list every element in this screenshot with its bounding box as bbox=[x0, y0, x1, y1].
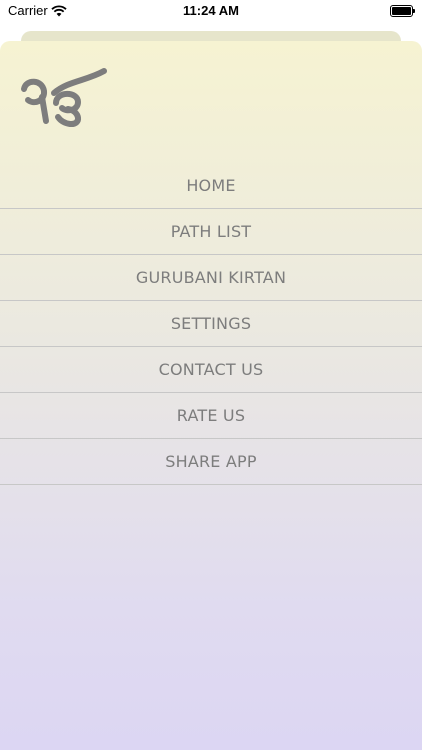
menu-item-gurubani-kirtan[interactable]: GURUBANI KIRTAN bbox=[0, 255, 422, 301]
status-bar: Carrier 11:24 AM bbox=[0, 0, 422, 24]
menu-item-contact-us[interactable]: CONTACT US bbox=[0, 347, 422, 393]
side-menu-sheet: HOME PATH LIST GURUBANI KIRTAN SETTINGS … bbox=[0, 41, 422, 750]
battery-icon bbox=[390, 5, 415, 17]
menu-item-home[interactable]: HOME bbox=[0, 163, 422, 209]
side-menu: HOME PATH LIST GURUBANI KIRTAN SETTINGS … bbox=[0, 163, 422, 485]
menu-item-rate-us[interactable]: RATE US bbox=[0, 393, 422, 439]
menu-item-settings[interactable]: SETTINGS bbox=[0, 301, 422, 347]
ik-onkar-logo-icon bbox=[20, 67, 108, 129]
status-time: 11:24 AM bbox=[183, 3, 239, 18]
menu-item-share-app[interactable]: SHARE APP bbox=[0, 439, 422, 485]
menu-item-path-list[interactable]: PATH LIST bbox=[0, 209, 422, 255]
